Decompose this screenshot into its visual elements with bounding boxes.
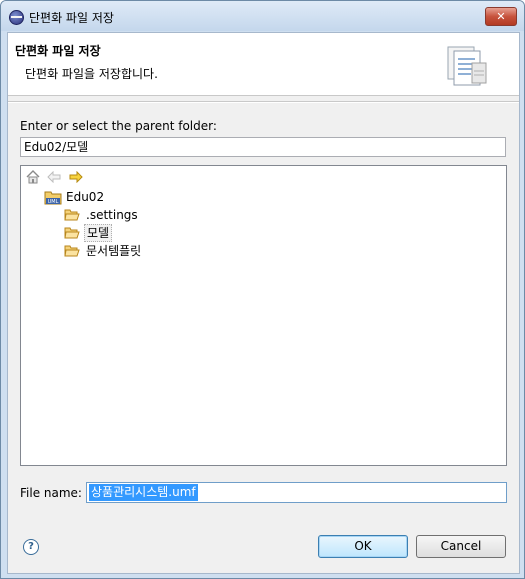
- dialog-body: 단편화 파일 저장 단편화 파일을 저장합니다. Enter or select…: [7, 32, 520, 574]
- tree-item-label: 모델: [84, 224, 113, 242]
- file-name-label: File name:: [20, 486, 82, 500]
- uml-project-icon: UML: [44, 191, 62, 205]
- parent-folder-label: Enter or select the parent folder:: [20, 119, 217, 133]
- home-icon[interactable]: [25, 169, 41, 185]
- window-title: 단편화 파일 저장: [29, 11, 114, 25]
- tree-item-label: .settings: [86, 208, 138, 222]
- banner-description: 단편화 파일을 저장합니다.: [25, 67, 158, 81]
- title-bar[interactable]: 단편화 파일 저장 ✕: [1, 1, 524, 31]
- ok-button[interactable]: OK: [318, 535, 408, 558]
- eclipse-app-icon: [9, 10, 24, 25]
- tree-item-label: Edu02: [66, 190, 105, 204]
- banner-title: 단편화 파일 저장: [15, 44, 101, 58]
- cancel-button[interactable]: Cancel: [416, 535, 506, 558]
- tree-toolbar: [25, 168, 105, 186]
- tree-item-label: 문서템플릿: [86, 244, 142, 258]
- dialog-banner: 단편화 파일 저장 단편화 파일을 저장합니다.: [8, 33, 519, 96]
- back-arrow-icon[interactable]: [46, 169, 62, 185]
- svg-text:UML: UML: [48, 199, 59, 205]
- close-button[interactable]: ✕: [485, 7, 517, 26]
- folder-icon: [64, 227, 80, 239]
- help-icon[interactable]: ?: [23, 539, 39, 555]
- document-stack-icon: [447, 46, 487, 86]
- folder-icon: [64, 209, 80, 221]
- parent-folder-input[interactable]: Edu02/모델: [20, 137, 506, 157]
- folder-icon: [64, 245, 80, 257]
- file-name-input[interactable]: 상품관리시스템.umf: [86, 482, 507, 503]
- forward-arrow-icon[interactable]: [68, 169, 84, 185]
- banner-separator: [8, 101, 519, 103]
- folder-tree[interactable]: UML Edu02 .settings 모델 문서템플릿: [20, 165, 507, 466]
- file-name-value: 상품관리시스템.umf: [89, 484, 198, 501]
- save-dialog-window: 단편화 파일 저장 ✕ 단편화 파일 저장 단편화 파일을 저장합니다. Ent…: [0, 0, 525, 579]
